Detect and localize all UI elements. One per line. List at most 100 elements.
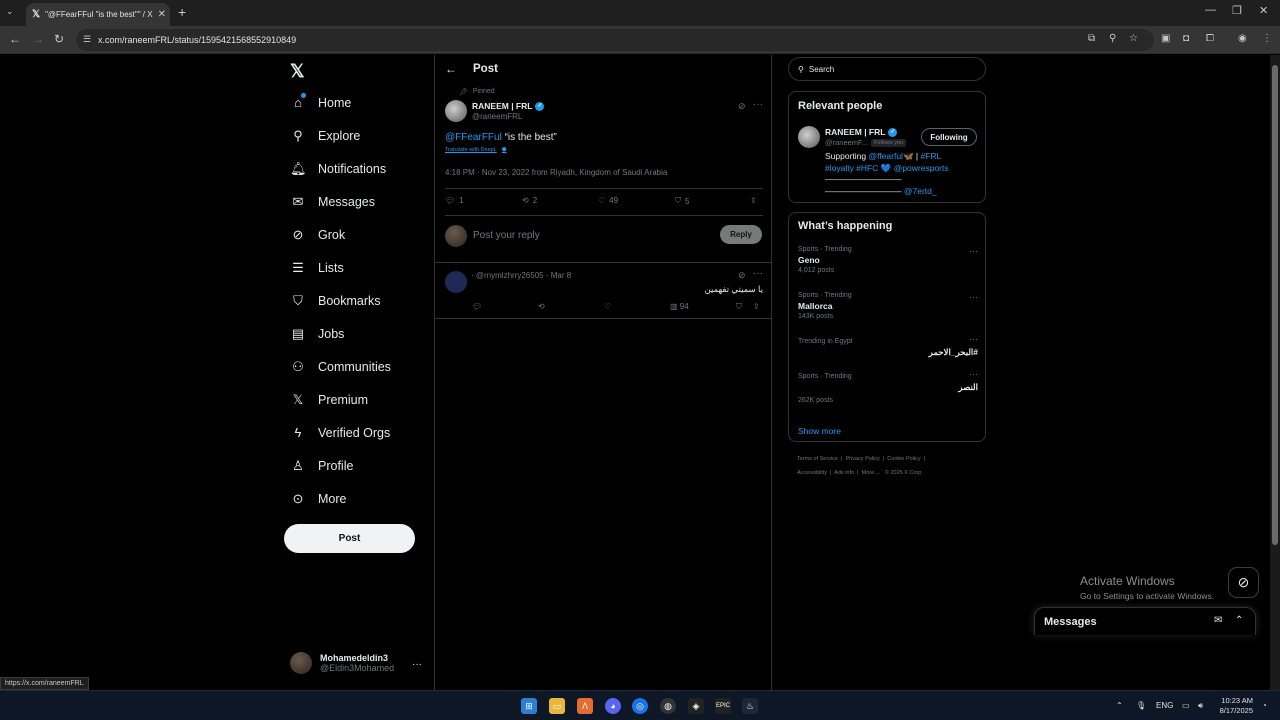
- reply-share-icon[interactable]: ⇪: [753, 302, 760, 311]
- maximize-icon[interactable]: ❐: [1232, 4, 1242, 17]
- bio-link[interactable]: @ffearful: [868, 151, 902, 161]
- account-switcher[interactable]: Mohamedeldin3 @Eldin3Mohamed: [290, 652, 394, 674]
- post-button[interactable]: Post: [284, 524, 415, 553]
- new-tab-button[interactable]: +: [178, 4, 186, 20]
- tab-search-icon[interactable]: ⌄: [6, 6, 14, 17]
- relevant-avatar[interactable]: [798, 126, 820, 148]
- reload-button[interactable]: ↻: [54, 32, 64, 46]
- trend-more-icon[interactable]: ···: [969, 292, 978, 302]
- back-button[interactable]: ←: [9, 32, 21, 46]
- install-app-icon[interactable]: ⧉: [1088, 33, 1095, 44]
- network-icon[interactable]: ▭: [1182, 701, 1190, 710]
- discord-icon[interactable]: ◕: [605, 698, 621, 714]
- nav-jobs[interactable]: ▤ Jobs: [290, 326, 345, 342]
- steam-icon[interactable]: ♨: [742, 698, 758, 714]
- reply-repost-icon[interactable]: ⟲: [538, 302, 545, 311]
- tray-chevron-icon[interactable]: ⌃: [1116, 701, 1123, 710]
- volume-icon[interactable]: 🔊︎: [1198, 701, 1203, 711]
- trend-more-icon[interactable]: ···: [969, 246, 978, 256]
- author-handle[interactable]: @raneemFRL: [472, 112, 522, 121]
- reply-reply-icon[interactable]: 💬︎: [472, 302, 482, 311]
- bio-link[interactable]: #FRL: [920, 151, 941, 161]
- profile-avatar-icon[interactable]: ◉: [1238, 33, 1247, 44]
- notifications-icon[interactable]: ◔: [1262, 701, 1267, 710]
- scrollbar-thumb[interactable]: [1272, 65, 1278, 545]
- back-arrow-icon[interactable]: ←: [445, 62, 457, 76]
- author-name[interactable]: RANEEM | FRL ✓: [472, 101, 545, 111]
- trend-item[interactable]: Sports · Trending النصر 262K posts ···: [798, 369, 978, 404]
- trend-item[interactable]: Trending in Egypt #البحر_الاحمر ···: [798, 334, 978, 358]
- windows-start-icon[interactable]: ⊞: [521, 698, 537, 714]
- nav-verified-orgs[interactable]: ϟ Verified Orgs: [290, 425, 391, 440]
- browser-menu-icon[interactable]: ⋮: [1262, 33, 1272, 44]
- browser-tab[interactable]: 𝕏 "@FFearFFul "is the best"" / X ✕: [26, 3, 170, 26]
- messages-drawer[interactable]: Messages ✉ ⌃: [1034, 607, 1256, 635]
- footer-link-ads[interactable]: Ads info: [834, 470, 854, 476]
- window-close-icon[interactable]: ✕: [1259, 4, 1268, 17]
- footer-link-privacy[interactable]: Privacy Policy: [846, 456, 880, 462]
- reply-button[interactable]: Reply: [720, 225, 762, 244]
- reply-count-button[interactable]: 💬︎ 1: [445, 196, 464, 205]
- bookmark-count-button[interactable]: ⛉ 5: [675, 196, 689, 206]
- nav-grok[interactable]: ⊘ Grok: [290, 227, 346, 243]
- reply-views-button[interactable]: ▥ 94: [670, 302, 689, 311]
- reply-more-icon[interactable]: ···: [753, 268, 763, 279]
- trend-more-icon[interactable]: ···: [969, 369, 978, 379]
- show-more-link[interactable]: Show more: [798, 426, 841, 436]
- nav-communities[interactable]: ⚇ Communities: [290, 359, 391, 375]
- nav-more[interactable]: ⊙ More: [290, 491, 347, 507]
- reply-like-icon[interactable]: ♡: [604, 302, 611, 311]
- post-more-icon[interactable]: ···: [753, 99, 763, 110]
- trend-item[interactable]: Sports · Trending Mallorca 143K posts ··…: [798, 292, 978, 320]
- reply-handle[interactable]: · @rnymlzhrry26505 · Mar 8: [471, 271, 571, 280]
- game-launcher-icon[interactable]: ◍: [660, 698, 676, 714]
- nav-premium[interactable]: 𝕏 Premium: [290, 392, 368, 408]
- nav-explore[interactable]: ⚲ Explore: [290, 128, 360, 144]
- new-message-icon[interactable]: ✉: [1214, 615, 1222, 626]
- language-indicator[interactable]: ENG: [1156, 701, 1173, 710]
- microphone-icon[interactable]: 🎙︎: [1136, 701, 1146, 710]
- search-input[interactable]: ⚲ Search: [788, 57, 986, 81]
- expand-drawer-icon[interactable]: ⌃: [1235, 615, 1243, 626]
- grok-floating-button[interactable]: ⊘: [1228, 567, 1259, 598]
- footer-link-terms[interactable]: Terms of Service: [797, 456, 838, 462]
- post-mention-link[interactable]: @FFearFFul: [445, 132, 502, 143]
- footer-link-more[interactable]: More ...: [862, 470, 881, 476]
- nav-messages[interactable]: ✉ Messages: [290, 194, 375, 210]
- extension-2-icon[interactable]: ◘: [1183, 33, 1189, 44]
- trend-more-icon[interactable]: ···: [969, 334, 978, 344]
- bookmark-star-icon[interactable]: ☆: [1129, 33, 1138, 44]
- nav-lists[interactable]: ☰ Lists: [290, 260, 344, 276]
- bio-link[interactable]: @7ertd_: [904, 186, 937, 196]
- reply-avatar[interactable]: [445, 271, 467, 293]
- epic-games-icon[interactable]: EPIC: [715, 698, 731, 714]
- nav-home[interactable]: ⌂ Home: [290, 93, 351, 110]
- nav-notifications[interactable]: 🔔︎ Notifications: [290, 161, 386, 177]
- nav-bookmarks[interactable]: ⛉ Bookmarks: [290, 293, 380, 309]
- extension-icon[interactable]: ▣: [1161, 33, 1170, 44]
- reply-grok-icon[interactable]: ⊘: [738, 270, 746, 281]
- tab-close-icon[interactable]: ✕: [158, 9, 166, 20]
- following-button[interactable]: Following: [921, 128, 977, 146]
- repost-count-button[interactable]: ⟲ 2: [522, 196, 537, 205]
- like-count-button[interactable]: ♡ 49: [598, 196, 618, 205]
- x-logo-icon[interactable]: 𝕏: [290, 61, 305, 82]
- grok-explain-icon[interactable]: ⊘: [738, 101, 746, 112]
- account-more-icon[interactable]: ···: [412, 659, 422, 670]
- reply-bookmark-icon[interactable]: ⛉: [736, 302, 742, 312]
- page-scrollbar[interactable]: [1270, 55, 1280, 690]
- share-button[interactable]: ⇪: [750, 196, 757, 205]
- clock[interactable]: 10:23 AM 8/17/2025: [1205, 696, 1253, 716]
- extensions-puzzle-icon[interactable]: ⧠: [1206, 33, 1214, 44]
- site-info-icon[interactable]: ☰: [83, 34, 91, 45]
- nav-profile[interactable]: ♙ Profile: [290, 458, 353, 474]
- forward-button[interactable]: →: [32, 32, 44, 46]
- footer-link-accessibility[interactable]: Accessibility: [797, 470, 827, 476]
- trend-item[interactable]: Sports · Trending Geno 4,012 posts ···: [798, 246, 978, 274]
- post-timestamp[interactable]: 4:18 PM · Nov 23, 2022 from Riyadh, King…: [445, 168, 667, 177]
- app-icon[interactable]: Λ: [577, 698, 593, 714]
- url-bar[interactable]: ☰ x.com/raneemFRL/status/159542156855291…: [76, 29, 1154, 51]
- reply-input[interactable]: Post your reply: [473, 230, 540, 241]
- bio-link[interactable]: @powresports: [894, 163, 949, 173]
- bio-link[interactable]: #loyalty #HFC: [825, 163, 878, 173]
